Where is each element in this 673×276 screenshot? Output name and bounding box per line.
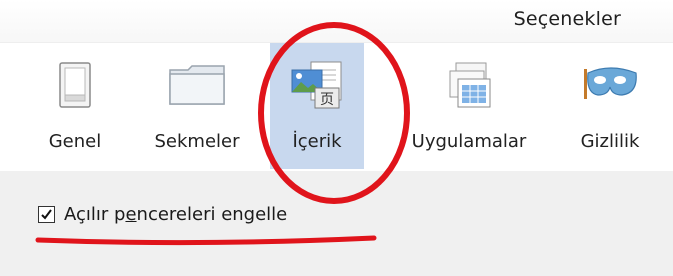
folder-icon [167, 57, 227, 113]
block-popups-label-start: Açılır p [64, 204, 126, 225]
tab-sekmeler-label: Sekmeler [154, 131, 240, 152]
tab-gizlilik[interactable]: Gizlilik [560, 43, 660, 169]
options-toolbar: Genel Sekmeler 页 İçerik Uygulamalar Gizl… [0, 42, 673, 172]
title-bar: Seçenekler [0, 0, 673, 42]
tab-genel[interactable]: Genel [28, 43, 122, 169]
tab-uygulamalar-label: Uygulamalar [411, 131, 527, 152]
mask-icon [580, 57, 640, 113]
content-icon: 页 [287, 57, 347, 113]
tab-uygulamalar[interactable]: Uygulamalar [396, 43, 542, 169]
block-popups-option[interactable]: Açılır pencereleri engelle [38, 204, 287, 225]
tab-icerik-label: İçerik [292, 131, 342, 152]
block-popups-label: Açılır pencereleri engelle [64, 204, 287, 225]
switch-icon [45, 57, 105, 113]
content-panel: Açılır pencereleri engelle [0, 171, 673, 276]
svg-text:页: 页 [320, 92, 334, 108]
window-title: Seçenekler [513, 8, 621, 30]
tab-sekmeler[interactable]: Sekmeler [142, 43, 252, 169]
block-popups-label-end: ncereleri engelle [136, 204, 288, 225]
block-popups-label-accesskey: e [125, 204, 137, 225]
applications-icon [439, 57, 499, 113]
tab-gizlilik-label: Gizlilik [580, 131, 640, 152]
checkmark-icon [41, 209, 52, 220]
block-popups-checkbox[interactable] [38, 206, 55, 223]
tab-icerik[interactable]: 页 İçerik [270, 43, 364, 169]
tab-genel-label: Genel [48, 131, 102, 152]
